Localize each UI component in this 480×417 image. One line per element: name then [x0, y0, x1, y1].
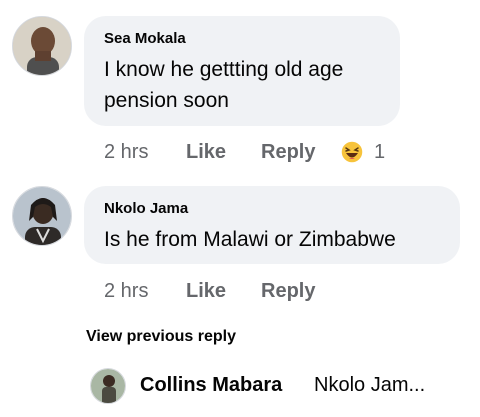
reaction-count[interactable]: 1 [374, 141, 385, 164]
reply-button[interactable]: Reply [261, 280, 315, 303]
comment-text: Is he from Malawi or Zimbabwe [104, 228, 396, 251]
avatar-nkolo-jama[interactable] [12, 186, 72, 246]
comment-text-line: pension soon [104, 89, 229, 112]
view-previous-reply-link[interactable]: View previous reply [86, 328, 236, 346]
haha-reaction-icon[interactable] [340, 140, 364, 164]
person-photo-icon [13, 17, 71, 75]
avatar-sea-mokala[interactable] [12, 16, 72, 76]
comment-author[interactable]: Sea Mokala [104, 30, 186, 47]
reply-preview-text[interactable]: Nkolo Jam... [314, 374, 425, 397]
like-button[interactable]: Like [186, 280, 226, 303]
person-photo-icon [13, 187, 71, 245]
reply-preview-author[interactable]: Collins Mabara [140, 374, 282, 397]
person-photo-icon [91, 369, 125, 403]
comment-timestamp[interactable]: 2 hrs [104, 280, 148, 303]
reply-button[interactable]: Reply [261, 141, 315, 164]
comment-timestamp[interactable]: 2 hrs [104, 141, 148, 164]
comment-author[interactable]: Nkolo Jama [104, 200, 188, 217]
comment-text-line: I know he gettting old age [104, 58, 344, 81]
like-button[interactable]: Like [186, 141, 226, 164]
avatar-collins-mabara[interactable] [90, 368, 126, 404]
